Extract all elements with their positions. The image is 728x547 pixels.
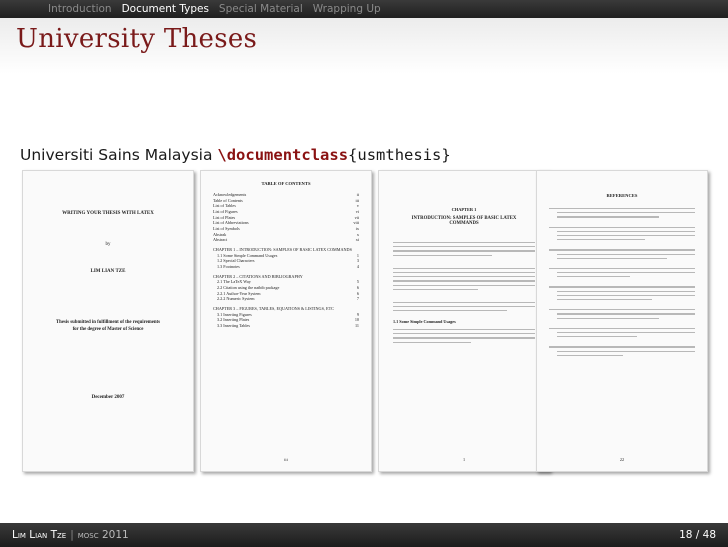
title-page-by: by — [105, 242, 111, 247]
thesis-title-page-thumbnail: WRITING YOUR THESIS WITH LATEX by LIM LI… — [22, 170, 194, 472]
toc-heading: TABLE OF CONTENTS — [261, 181, 311, 186]
section-navigation: Introduction Document Types Special Materi… — [48, 3, 381, 15]
references-heading: REFERENCES — [606, 193, 638, 198]
nav-item-0[interactable]: Introduction — [48, 3, 112, 15]
references-page-number: 22 — [619, 457, 625, 463]
footer-author-block: Lim Lian Tze | mosc 2011 — [12, 529, 129, 541]
slide-counter: 18 / 48 — [679, 529, 716, 541]
nav-item-1[interactable]: Document Types — [122, 3, 209, 15]
chapter-title: INTRODUCTION: SAMPLES OF BASIC LATEX COM… — [411, 216, 517, 226]
subtitle-line: Universiti Sains Malaysia \documentclass… — [20, 146, 451, 164]
title-page-heading: WRITING YOUR THESIS WITH LATEX — [62, 211, 154, 216]
references-list — [549, 208, 695, 356]
nav-item-2[interactable]: Special Material — [219, 3, 303, 15]
footer-event: mosc 2011 — [77, 529, 129, 541]
toc-row: 1.3 Footnotes 4 — [217, 264, 359, 270]
title-page-submission-statement: Thesis submitted in fulfillment of the r… — [55, 320, 161, 332]
toc-entries: Acknowledgements ii Table of Contents iii Li… — [213, 192, 359, 329]
frame-title: University Theses — [16, 24, 258, 54]
toc-row-page: xi — [355, 237, 359, 243]
toc-row-page: 11 — [354, 323, 359, 329]
toc-row: 3.3 Inserting Tables 11 — [217, 323, 359, 329]
chapter-section-text — [393, 329, 535, 343]
navigation-bar: Introduction Document Types Special Materi… — [0, 0, 728, 18]
toc-row-label: Abstract — [213, 237, 228, 243]
nav-item-3[interactable]: Wrapping Up — [313, 3, 381, 15]
toc-row-page: 4 — [356, 264, 359, 270]
toc-row: Abstract xi — [213, 237, 359, 243]
subtitle-command: \documentclass — [217, 146, 349, 164]
chapter-page-number: 1 — [462, 457, 466, 463]
toc-row-label: 2.2.2 Numeric System — [217, 296, 255, 302]
toc-row-label: 3.3 Inserting Tables — [217, 323, 251, 329]
title-page-author: LIM LIAN TZE — [90, 269, 126, 274]
subtitle-argument: {usmthesis} — [348, 146, 451, 164]
subtitle-text: Universiti Sains Malaysia — [20, 146, 213, 164]
toc-row-page: 7 — [356, 296, 359, 302]
table-of-contents-thumbnail: TABLE OF CONTENTS Acknowledgements ii Tabl… — [200, 170, 372, 472]
footer-bar: Lim Lian Tze | mosc 2011 18 / 48 — [0, 523, 728, 547]
references-page-thumbnail: REFERENCES 22 — [536, 170, 708, 472]
toc-page-number: iii — [284, 457, 288, 463]
footer-author: Lim Lian Tze — [12, 529, 67, 541]
chapter-label: CHAPTER 1 — [451, 207, 477, 212]
chapter-body-text — [393, 242, 535, 312]
chapter-section-title: 1.1 Some Simple Command Usages — [393, 319, 456, 325]
chapter-page-thumbnail: CHAPTER 1 INTRODUCTION: SAMPLES OF BASIC… — [378, 170, 550, 472]
toc-row: 2.2.2 Numeric System 7 — [217, 296, 359, 302]
toc-row-label: 1.3 Footnotes — [217, 264, 240, 270]
title-page-date: December 2007 — [91, 395, 125, 401]
